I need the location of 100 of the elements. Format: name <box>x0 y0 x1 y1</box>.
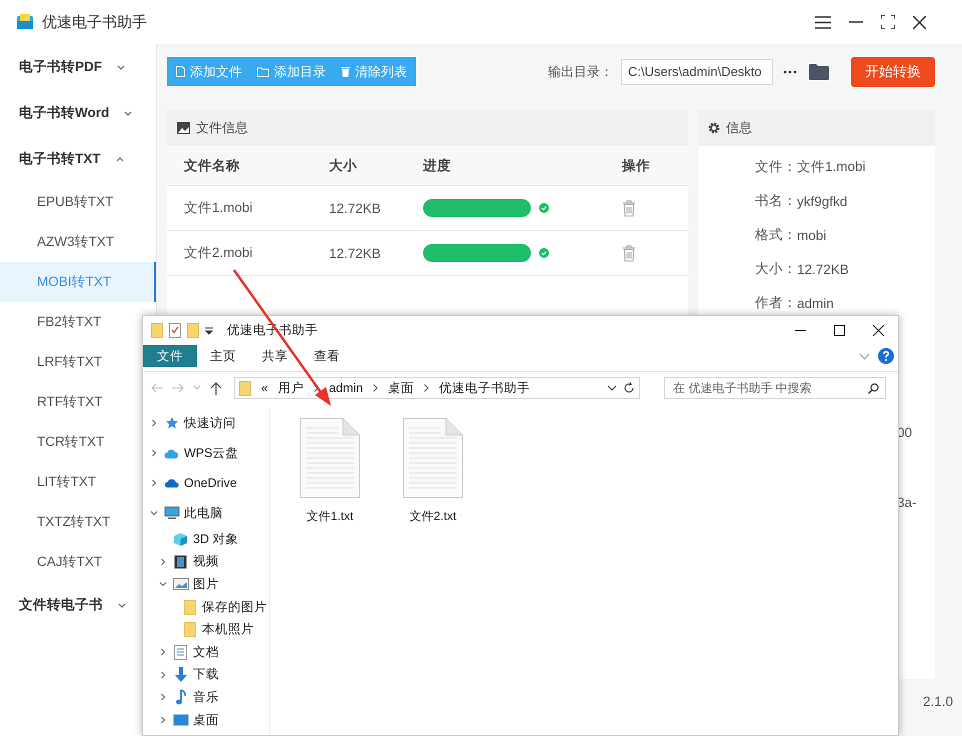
file-name: 文件2.txt <box>410 508 456 525</box>
folder-icon <box>184 600 196 615</box>
computer-icon <box>164 506 180 520</box>
nav-item[interactable]: 3D 对象 <box>193 530 238 548</box>
overflow-crumb[interactable]: « <box>261 381 268 395</box>
breadcrumb-item[interactable]: 优速电子书助手 <box>439 380 530 396</box>
chevron-icon[interactable] <box>158 556 168 567</box>
ribbon-tab[interactable]: 主页 <box>197 345 249 367</box>
info-value: ykf9gfkd <box>797 194 848 208</box>
menu-item[interactable]: AZW3转TXT <box>0 222 141 262</box>
refresh-icon[interactable] <box>623 382 635 394</box>
chevron-icon[interactable] <box>158 647 168 658</box>
chevron-icon[interactable] <box>149 508 159 518</box>
chevron-icon[interactable] <box>607 385 617 391</box>
chevron-icon[interactable] <box>149 448 159 458</box>
folder-icon[interactable] <box>809 64 829 80</box>
more-icon[interactable] <box>783 70 797 74</box>
table-cell: 12.72KB <box>329 186 423 231</box>
output-label: 输出目录： <box>548 62 613 80</box>
menu-item[interactable]: CAJ转TXT <box>0 542 141 582</box>
ribbon-tab[interactable]: 文件 <box>143 345 197 367</box>
file-name: 文件1.txt <box>306 508 354 525</box>
breadcrumb-item[interactable]: admin <box>328 381 363 395</box>
breadcrumb-item[interactable]: 桌面 <box>388 380 414 396</box>
menu-item[interactable]: TCR转TXT <box>0 422 141 462</box>
menu-group[interactable]: 电子书转PDF <box>0 44 141 90</box>
nav-item[interactable]: WPS云盘 <box>184 444 238 462</box>
maximize-icon[interactable] <box>834 325 845 336</box>
chevron-icon[interactable] <box>158 692 168 702</box>
app-title: 优速电子书助手 <box>42 12 147 32</box>
music-note-icon <box>174 689 186 706</box>
nav-item[interactable]: OneDrive <box>184 476 237 490</box>
folder-icon <box>184 622 196 638</box>
info-value: admin <box>797 296 834 310</box>
separator-icon <box>373 384 378 392</box>
output-path-field[interactable]: C:\Users\admin\Deskto <box>621 58 773 84</box>
chevron-icon[interactable] <box>158 670 168 680</box>
info-label: 格式： <box>754 226 797 244</box>
fullscreen-icon[interactable] <box>881 15 895 29</box>
desktop-icon <box>172 714 188 726</box>
close-icon[interactable] <box>913 16 926 28</box>
menu-item[interactable]: LRF转TXT <box>0 342 141 382</box>
table-cell: 文件2.mobi <box>167 231 329 276</box>
nav-item[interactable]: 图片 <box>193 576 219 593</box>
nav-item[interactable]: 音乐 <box>193 688 219 706</box>
panel-title: 文件信息 <box>196 119 248 137</box>
chevron-icon[interactable] <box>158 715 168 726</box>
dropdown-icon[interactable] <box>205 326 213 334</box>
separator-icon <box>424 384 429 392</box>
nav-item[interactable]: 文档 <box>193 644 219 661</box>
nav-item[interactable]: 此电脑 <box>184 504 223 522</box>
nav-item[interactable]: 下载 <box>193 666 219 684</box>
nav-item[interactable]: 保存的图片 <box>202 598 267 616</box>
menu-item[interactable]: RTF转TXT <box>0 382 141 422</box>
menu-group[interactable]: 文件转电子书 <box>0 582 141 628</box>
column-header: 进度 <box>423 146 603 186</box>
column-header: 操作 <box>603 146 688 186</box>
search-icon[interactable] <box>868 382 879 394</box>
menu-item[interactable]: TXTZ转TXT <box>0 502 141 542</box>
checklist-icon[interactable] <box>169 323 181 338</box>
panel-title: 信息 <box>726 119 752 137</box>
folder-icon <box>257 66 269 76</box>
info-value: 12.72KB <box>797 262 849 276</box>
trash-icon <box>341 66 350 77</box>
nav-item[interactable]: 视频 <box>193 553 219 570</box>
version-text: 2.1.0 <box>922 692 953 711</box>
nav-item[interactable]: 本机照片 <box>202 621 254 638</box>
chevron-icon[interactable] <box>149 478 159 488</box>
help-icon[interactable] <box>878 348 894 364</box>
ribbon-tab[interactable]: 查看 <box>301 345 353 367</box>
book-logo-icon <box>16 13 34 31</box>
info-label: 作者： <box>754 294 797 312</box>
info-value: mobi <box>797 228 826 242</box>
chevron-icon[interactable] <box>149 418 159 428</box>
menu-item[interactable]: FB2转TXT <box>0 302 141 342</box>
info-label: 文件： <box>754 158 797 176</box>
column-header: 大小 <box>329 146 423 186</box>
nav-item[interactable]: 桌面 <box>193 712 219 729</box>
menu-icon[interactable] <box>815 16 831 28</box>
cube-icon <box>173 532 188 547</box>
cloud-icon <box>164 478 180 488</box>
star-icon <box>164 416 178 430</box>
menu-group[interactable]: 电子书转TXT <box>0 136 141 182</box>
table-cell: 12.72KB <box>329 231 423 276</box>
start-convert-button[interactable]: 开始转换 <box>851 56 935 86</box>
breadcrumb-item[interactable]: 用户 <box>278 380 304 396</box>
ribbon-tab[interactable]: 共享 <box>249 345 301 367</box>
address-bar[interactable]: « 用户 admin 桌面 优速电子书助手 <box>234 377 640 399</box>
info-label: 大小： <box>754 260 797 278</box>
close-icon[interactable] <box>873 325 884 336</box>
up-icon[interactable] <box>210 382 222 394</box>
nav-item[interactable]: 快速访问 <box>184 414 236 432</box>
search-field[interactable]: 在 优速电子书助手 中搜索 <box>664 377 886 399</box>
down-arrow-icon <box>174 667 188 682</box>
menu-item[interactable]: LIT转TXT <box>0 462 141 502</box>
info-label: 书名： <box>754 192 797 210</box>
menu-item[interactable]: EPUB转TXT <box>0 182 141 222</box>
gear-icon <box>708 122 720 134</box>
film-icon <box>174 554 187 569</box>
menu-group[interactable]: 电子书转Word <box>0 90 141 136</box>
